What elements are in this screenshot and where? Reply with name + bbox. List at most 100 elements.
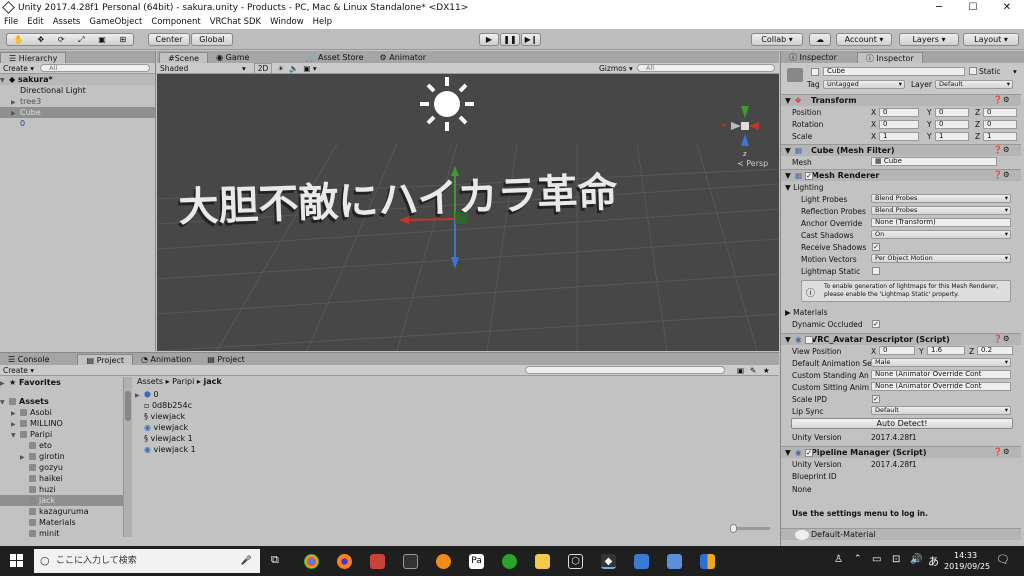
position-z-field[interactable]: 0 [983,108,1017,117]
rotation-y-field[interactable]: 0 [935,120,969,129]
rotation-x-field[interactable]: 0 [879,120,919,129]
list-item[interactable]: § viewjack [135,411,196,422]
tab-game[interactable]: ◉ Game [208,52,258,63]
paint-icon[interactable]: Pa [469,554,484,569]
motion-vectors-dropdown[interactable]: Per Object Motion [871,254,1011,263]
tab-inspector-1[interactable]: ⓘ Inspector [781,52,845,63]
help-icon[interactable]: ❓ [993,447,1002,456]
filter-type-icon[interactable]: ▣ [737,366,744,375]
mesh-renderer-enabled-checkbox[interactable]: ✓ [805,172,813,180]
tab-inspector-2[interactable]: ⓘ Inspector [856,52,923,63]
task-view-icon[interactable]: ⧉ [271,553,279,567]
lightmap-static-checkbox[interactable] [872,267,880,275]
scale-x-field[interactable]: 1 [879,132,919,141]
default-material-header[interactable]: Default-Material [781,528,1021,540]
list-item[interactable]: ▫ 0d8b254c [135,400,196,411]
gizmos-dropdown[interactable]: Gizmos ▾ [599,64,633,73]
rotate-tool-icon[interactable]: ⟳ [58,35,65,44]
layer-dropdown[interactable]: Default [935,80,1013,89]
breadcrumb-item[interactable]: Paripi [172,377,194,386]
view-position-y-field[interactable]: 1.6 [927,346,965,355]
list-item[interactable]: gozyu [0,462,123,473]
tab-console[interactable]: ☰ Console [0,354,58,365]
audio-toggle-icon[interactable]: 🔈 [289,64,298,73]
shading-dropdown[interactable]: Shaded [160,64,242,73]
chrome-icon[interactable] [304,554,319,569]
list-item[interactable]: ▶ Cube [0,107,155,118]
mesh-filter-header[interactable]: Cube (Mesh Filter) [781,144,1021,156]
foldout-icon[interactable]: ▼ [785,96,791,105]
shield-icon[interactable] [700,554,715,569]
anchor-override-field[interactable]: None (Transform) [871,218,1011,227]
list-item[interactable]: ▼ Paripi [0,429,123,440]
settings-gear-icon[interactable]: ⚙ [1003,334,1010,343]
step-button[interactable]: ▶❙ [521,33,541,46]
hierarchy-search-input[interactable]: All [40,64,151,72]
messenger-icon[interactable] [502,554,517,569]
mesh-field[interactable]: ▦ Cube [871,157,997,166]
foldout-icon[interactable]: ▼ [785,146,791,155]
project-create-button[interactable]: Create ▾ [3,366,34,375]
lip-sync-dropdown[interactable]: Default [871,406,1011,415]
close-button[interactable]: ✕ [990,0,1024,15]
auto-detect-button[interactable]: Auto Detect! [791,418,1013,429]
app-icon[interactable] [667,554,682,569]
unity-taskbar-icon[interactable]: ◆ [601,554,616,569]
menu-help[interactable]: Help [313,17,332,27]
list-item[interactable]: § viewjack 1 [135,433,196,444]
breadcrumb-item[interactable]: jack [203,377,221,386]
tag-dropdown[interactable]: Untagged [823,80,905,89]
notification-icon[interactable]: 🗨 [996,553,1010,566]
list-item[interactable]: jack [0,495,123,506]
position-x-field[interactable]: 0 [879,108,919,117]
view-position-x-field[interactable]: 0 [879,346,915,355]
avatar-descriptor-enabled-checkbox[interactable] [805,336,813,344]
app-icon[interactable] [370,554,385,569]
active-checkbox[interactable] [811,68,819,76]
clock-time[interactable]: 14:33 [954,551,977,560]
menu-assets[interactable]: Assets [53,17,81,27]
view-position-z-field[interactable]: 0.2 [977,346,1013,355]
scale-tool-icon[interactable]: ⤢ [78,35,84,45]
lighting-foldout[interactable]: ▼ Lighting [785,183,823,192]
dynamic-occluded-checkbox[interactable]: ✓ [872,320,880,328]
monitor-app-icon[interactable] [634,554,649,569]
settings-gear-icon[interactable]: ⚙ [1003,145,1010,154]
breadcrumb-item[interactable]: Assets [137,377,163,386]
filter-label-icon[interactable]: ✎ [750,366,756,375]
list-item[interactable]: minit [0,528,123,539]
default-animation-dropdown[interactable]: Male [871,358,1011,367]
project-search-input[interactable] [525,366,725,374]
microphone-icon[interactable]: 🎤 [241,549,252,573]
list-item[interactable]: ▶ ⬢ 0 [135,389,196,400]
play-button[interactable]: ▶ [479,33,499,46]
static-checkbox[interactable] [969,67,977,75]
maximize-button[interactable]: ☐ [956,0,990,15]
volume-icon[interactable]: 🔊 [910,554,922,565]
help-icon[interactable]: ❓ [993,95,1002,104]
menu-file[interactable]: File [4,17,18,27]
transform-header[interactable]: Transform [781,94,1021,106]
foldout-icon[interactable]: ▼ [785,171,791,180]
materials-foldout[interactable]: ▶ Materials [785,308,828,317]
scale-ipd-checkbox[interactable]: ✓ [872,395,880,403]
list-item[interactable]: kazaguruma [0,506,123,517]
scale-z-field[interactable]: 1 [983,132,1017,141]
tab-project[interactable]: ▤ Project [77,354,133,365]
receive-shadows-checkbox[interactable]: ✓ [872,243,880,251]
list-item[interactable]: ▶ tree3 [0,96,155,107]
ime-indicator[interactable]: あ [928,553,939,569]
collab-button[interactable]: Collab ▾ [751,33,803,46]
list-item[interactable]: huzi [0,484,123,495]
scale-y-field[interactable]: 1 [935,132,969,141]
avatar-descriptor-header[interactable]: VRC_Avatar Descriptor (Script) [781,333,1021,345]
transform-tool-icon[interactable]: ⊞ [119,35,126,44]
tab-animation[interactable]: ◔ Animation [132,354,200,365]
foldout-icon[interactable]: ▼ [785,448,791,457]
static-dropdown-icon[interactable]: ▾ [1013,67,1017,76]
list-item[interactable]: ▶ MILLINO [0,418,123,429]
tab-scene[interactable]: #Scene [159,52,209,63]
move-tool-icon[interactable]: ✥ [37,35,44,44]
light-probes-dropdown[interactable]: Blend Probes [871,194,1011,203]
account-dropdown[interactable]: Account ▾ [836,33,892,46]
